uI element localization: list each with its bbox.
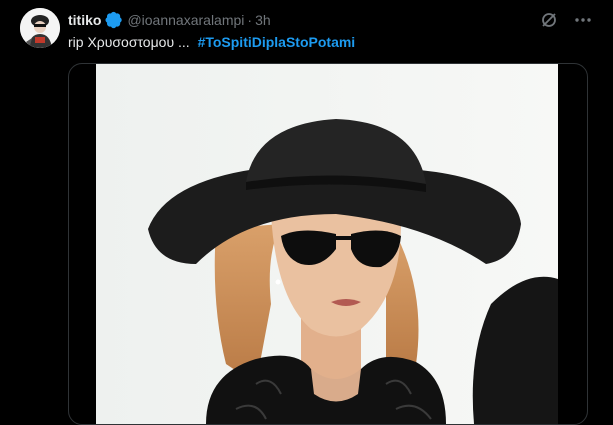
separator-dot: · (247, 12, 253, 28)
verified-badge-icon[interactable] (105, 11, 123, 29)
post-header: titiko @ioannaxaralampi · 3h (68, 11, 271, 29)
post[interactable]: titiko @ioannaxaralampi · 3h rip Χρυσοστ… (0, 0, 613, 425)
hashtag-link[interactable]: #ToSpitiDiplaStoPotami (198, 34, 356, 50)
media-image[interactable] (96, 64, 558, 424)
avatar[interactable] (20, 8, 60, 48)
post-body: rip Χρυσοστομου ... (68, 34, 190, 50)
display-name[interactable]: titiko (68, 12, 101, 28)
post-actions (539, 10, 593, 30)
grok-icon[interactable] (539, 10, 559, 30)
post-text: rip Χρυσοστομου ... #ToSpitiDiplaStoPota… (68, 34, 355, 50)
more-icon[interactable] (573, 10, 593, 30)
post-time[interactable]: 3h (255, 12, 271, 28)
user-handle[interactable]: @ioannaxaralampi (127, 12, 244, 28)
post-media[interactable] (68, 63, 588, 425)
